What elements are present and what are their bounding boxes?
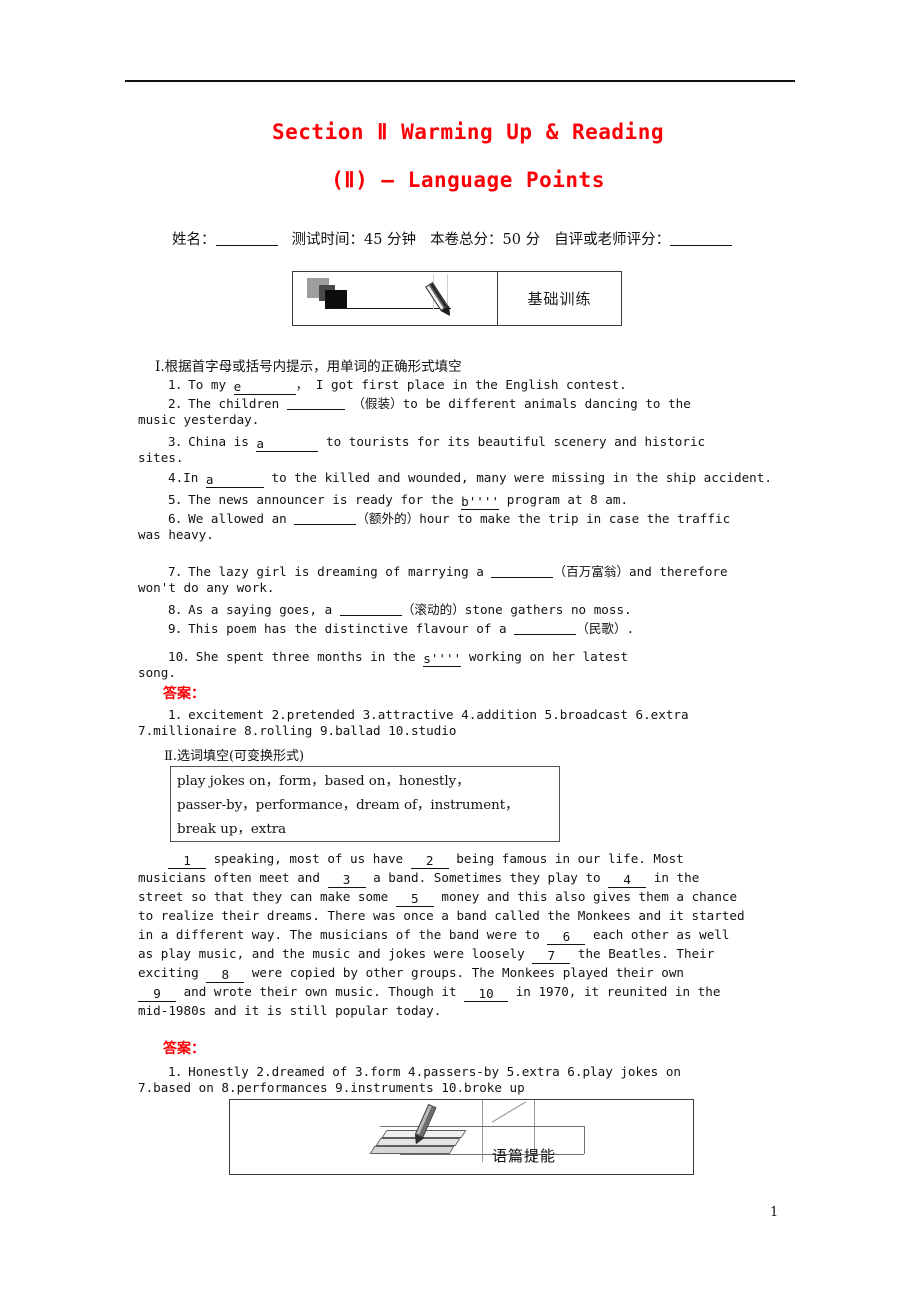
s1-item-3-cont: sites. (138, 450, 184, 465)
blank-9[interactable] (514, 634, 577, 635)
word-bank-line-3: break up，extra (177, 822, 287, 837)
book-icon (369, 1103, 467, 1160)
blank-6[interactable] (294, 524, 357, 525)
cloze-line-3: street so that they can make some 5 mone… (138, 889, 738, 907)
s1-item-5: 5．The news announcer is ready for the b'… (168, 492, 629, 510)
header-rule (125, 80, 795, 82)
cloze-blank-2[interactable]: 2 (410, 853, 449, 869)
cloze-line-5: in a different way. The musicians of the… (138, 927, 730, 945)
s1-item-8: 8．As a saying goes, a （滚动的）stone gathers… (168, 602, 632, 617)
page-title-line2: (Ⅱ) — Language Points (331, 168, 605, 192)
section1-answer-label: 答案： (163, 686, 205, 702)
s1-item-6: 6．We allowed an （额外的）hour to make the tr… (168, 511, 731, 526)
icon-square-dark (325, 290, 347, 309)
cloze-blank-10[interactable]: 10 (464, 986, 509, 1002)
badge-label: 基础训练 (527, 290, 592, 308)
student-info-line: 姓名： 测试时间：45 分钟 本卷总分：50 分自评或老师评分： (172, 228, 733, 249)
s1-item-6-cont: was heavy. (138, 527, 214, 542)
badge-label-cell: 基础训练 (498, 272, 621, 325)
cloze-line-2: musicians often meet and 3 a band. Somet… (138, 870, 700, 888)
section2-answers-line2: 7.based on 8.performances 9.instruments … (138, 1080, 525, 1095)
footer-badge-label: 语篇提能 (492, 1147, 557, 1165)
pencil-writing-icon (293, 272, 498, 325)
document-page: Section Ⅱ Warming Up & Reading (Ⅱ) — Lan… (0, 0, 920, 1302)
blank-2[interactable] (286, 409, 345, 410)
s1-item-2-cont: music yesterday. (138, 412, 260, 427)
s1-item-10: 10．She spent three months in the s'''' w… (168, 649, 629, 667)
blank-8[interactable] (339, 615, 402, 616)
blank-4[interactable]: a (205, 472, 264, 488)
section1-answers-line1: 1．excitement 2.pretended 3.attractive 4.… (168, 707, 689, 722)
cloze-line-6: as play music, and the music and jokes w… (138, 946, 715, 964)
s1-item-7-cont: won't do any work. (138, 580, 275, 595)
cloze-line-7: exciting 8 were copied by other groups. … (138, 965, 685, 983)
cloze-blank-5[interactable]: 5 (395, 891, 434, 907)
s1-item-1: 1．To my e， I got first place in the Engl… (168, 377, 627, 395)
blank-10[interactable]: s'''' (423, 651, 462, 667)
page-title-line1: Section Ⅱ Warming Up & Reading (272, 120, 664, 144)
cloze-blank-4[interactable]: 4 (608, 872, 647, 888)
s1-item-4: 4.In a to the killed and wounded, many w… (168, 470, 772, 488)
section2-heading: Ⅱ.选词填空(可变换形式) (164, 749, 305, 764)
section2-answer-label: 答案： (163, 1041, 205, 1057)
s1-item-3: 3．China is a to tourists for its beautif… (168, 434, 706, 452)
reading-skill-badge: 语篇提能 (229, 1099, 694, 1175)
word-bank-line-2: passer-by，performance，dream of，instrumen… (177, 798, 519, 813)
score-blank[interactable] (670, 245, 733, 246)
total-label: 本卷总分：50 分 (430, 232, 541, 248)
score-label: 自评或老师评分： (554, 232, 671, 248)
time-label: 测试时间：45 分钟 (291, 232, 417, 248)
section1-answers-line2: 7.millionaire 8.rolling 9.ballad 10.stud… (138, 723, 457, 738)
basic-training-badge: 基础训练 (292, 271, 622, 326)
word-bank-box: play jokes on，form，based on，honestly， pa… (170, 766, 560, 842)
cloze-line-8: 9 and wrote their own music. Though it 1… (138, 984, 720, 1002)
s1-item-10-cont: song. (138, 665, 176, 680)
section1-heading: Ⅰ.根据首字母或括号内提示，用单词的正确形式填空 (155, 359, 462, 375)
cloze-line-1: 1 speaking, most of us have 2 being famo… (168, 851, 684, 869)
cloze-blank-8[interactable]: 8 (206, 967, 245, 983)
cloze-blank-1[interactable]: 1 (168, 853, 206, 869)
s1-item-2: 2．The children （假装）to be different anima… (168, 396, 691, 411)
blank-3[interactable]: a (256, 436, 319, 452)
cloze-blank-7[interactable]: 7 (532, 948, 571, 964)
word-bank-line-1: play jokes on，form，based on，honestly， (177, 774, 470, 789)
cloze-blank-6[interactable]: 6 (547, 929, 586, 945)
name-blank[interactable] (215, 245, 278, 246)
cloze-line-9: mid-1980s and it is still popular today. (138, 1003, 442, 1018)
s1-item-9: 9．This poem has the distinctive flavour … (168, 621, 635, 636)
section2-answers-line1: 1．Honestly 2.dreamed of 3.form 4.passers… (168, 1064, 682, 1079)
page-number: 1 (770, 1205, 779, 1220)
blank-7[interactable] (491, 577, 554, 578)
name-label: 姓名： (172, 232, 216, 248)
cloze-blank-3[interactable]: 3 (327, 872, 366, 888)
cloze-blank-9[interactable]: 9 (138, 986, 176, 1002)
cloze-line-4: to realize their dreams. There was once … (138, 908, 745, 923)
book-pencil-icon (230, 1100, 693, 1174)
s1-item-7: 7．The lazy girl is dreaming of marrying … (168, 564, 728, 579)
